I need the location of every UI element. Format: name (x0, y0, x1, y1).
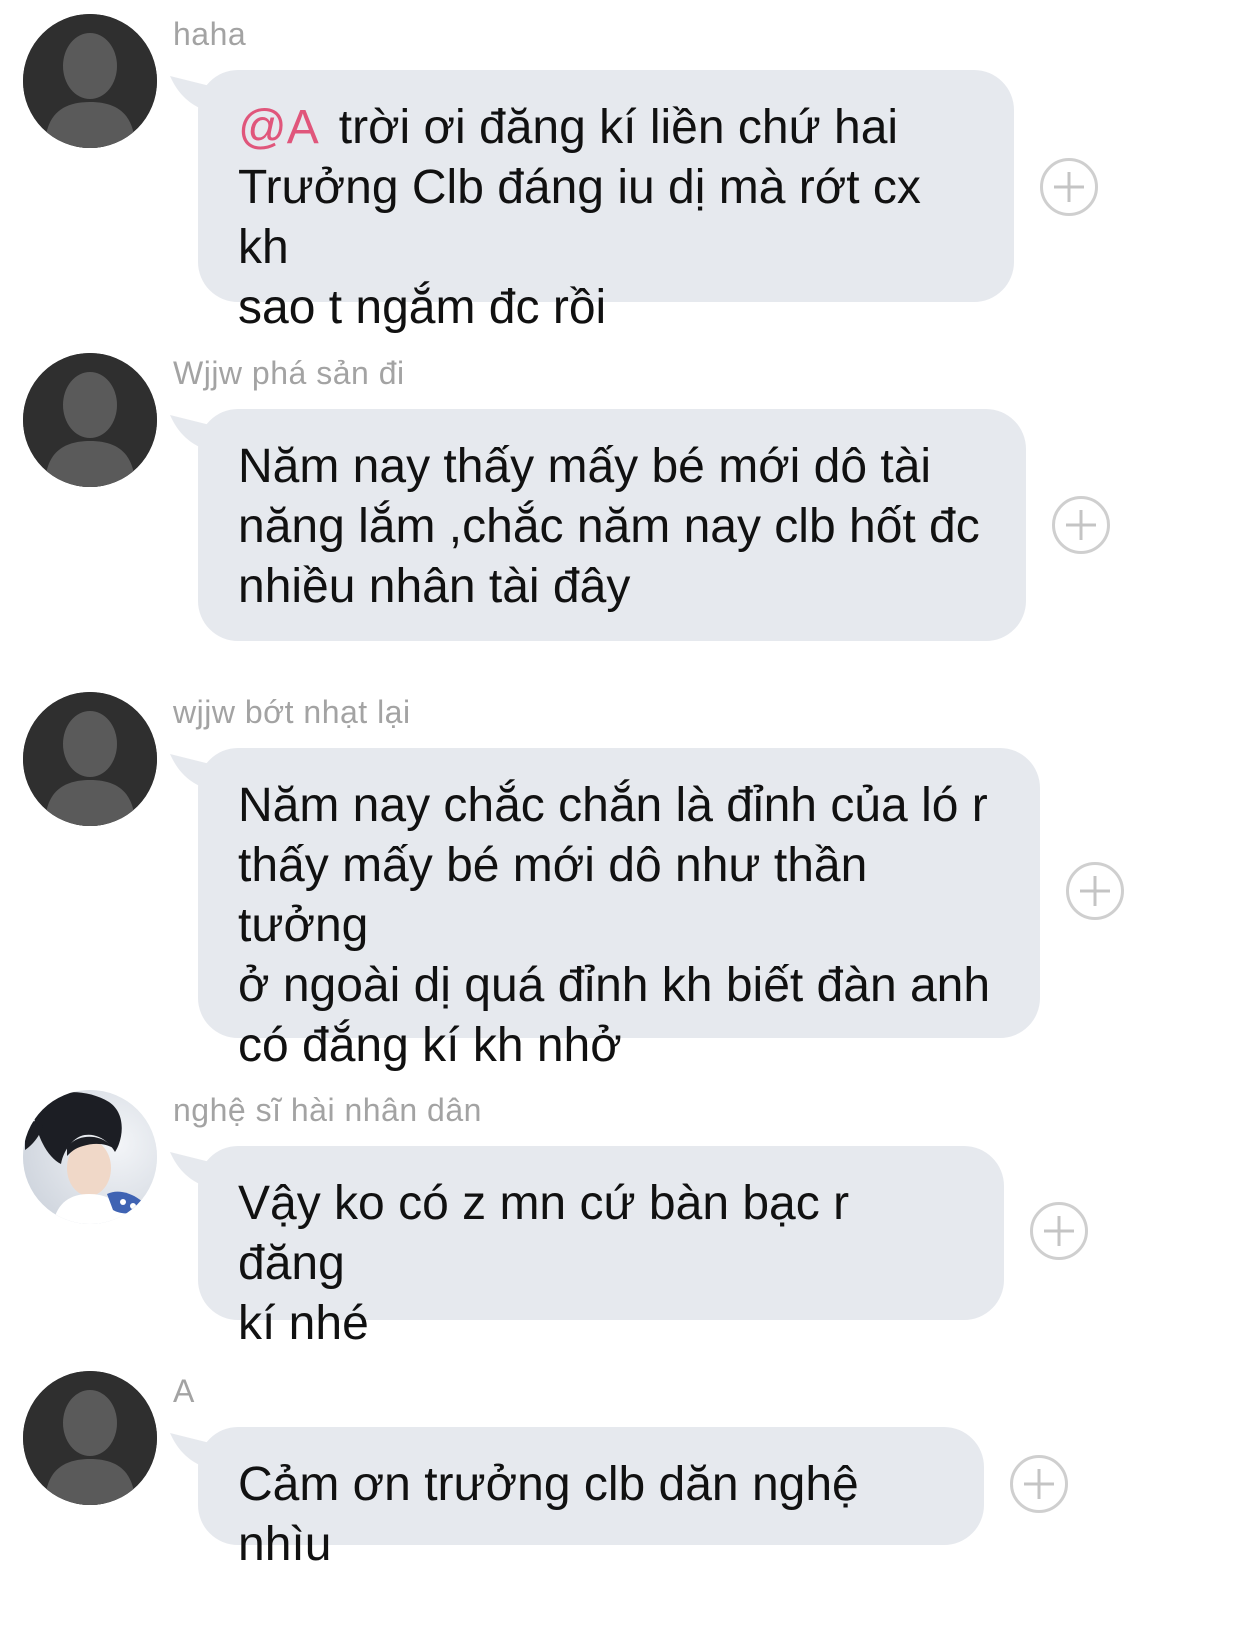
sender-name: haha (173, 16, 247, 52)
avatar[interactable] (23, 14, 157, 148)
default-person-icon (23, 14, 157, 148)
message-bubble[interactable]: Năm nay chắc chắn là đỉnh của ló r thấy … (198, 748, 1040, 1072)
sender-name: wjjw bớt nhạt lại (173, 694, 411, 730)
message-bubble[interactable]: Cảm ơn trưởng clb dăn nghệ nhìu (198, 1427, 984, 1571)
message-bubble[interactable]: @A trời ơi đăng kí liền chứ hai Trưởng Cl… (198, 70, 1014, 334)
add-reaction-button[interactable] (1052, 496, 1110, 554)
sender-name: Wjjw phá sản đi (173, 355, 405, 391)
sender-name: A (173, 1373, 195, 1409)
add-reaction-button[interactable] (1010, 1455, 1068, 1513)
add-reaction-button[interactable] (1040, 158, 1098, 216)
message-text: Năm nay chắc chắn là đỉnh của ló r thấy … (238, 779, 991, 1072)
avatar[interactable] (23, 692, 157, 826)
photo-avatar (23, 1090, 157, 1224)
add-reaction-button[interactable] (1066, 862, 1124, 920)
default-person-icon (23, 1371, 157, 1505)
avatar[interactable] (23, 1371, 157, 1505)
sender-name: nghệ sĩ hài nhân dân (173, 1092, 482, 1128)
avatar[interactable] (23, 353, 157, 487)
message-bubble[interactable]: Năm nay thấy mấy bé mới dô tài năng lắm … (198, 409, 1026, 641)
add-reaction-button[interactable] (1030, 1202, 1088, 1260)
message-text: Cảm ơn trưởng clb dăn nghệ nhìu (238, 1458, 859, 1571)
message-text: Năm nay thấy mấy bé mới dô tài năng lắm … (238, 440, 980, 613)
message-text: trời ơi đăng kí liền chứ hai Trưởng Clb … (238, 101, 921, 334)
avatar[interactable] (23, 1090, 157, 1224)
default-person-icon (23, 353, 157, 487)
default-person-icon (23, 692, 157, 826)
message-text: Vậy ko có z mn cứ bàn bạc r đăng kí nhé (238, 1177, 850, 1350)
mention-link[interactable]: @A (238, 101, 319, 154)
message-bubble[interactable]: Vậy ko có z mn cứ bàn bạc r đăng kí nhé (198, 1146, 1004, 1350)
